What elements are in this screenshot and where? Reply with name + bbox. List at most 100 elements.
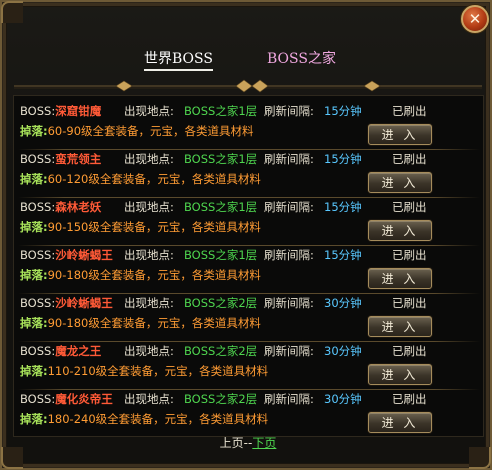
boss-label: BOSS:: [20, 344, 56, 358]
enter-button[interactable]: 进 入: [368, 364, 432, 385]
status-text: 已刷出: [392, 152, 427, 166]
drop-label: 掉落:: [20, 220, 48, 234]
boss-location: BOSS之家1层: [184, 248, 258, 262]
status-text: 已刷出: [392, 200, 427, 214]
boss-info-line: BOSS:蛮荒领主 出现地点: BOSS之家1层 刷新间隔: 15分钟 已刷出: [20, 151, 427, 167]
location-label: 出现地点:: [124, 344, 174, 358]
status-text: 已刷出: [392, 248, 427, 262]
ornament-divider: [14, 79, 482, 93]
enter-button[interactable]: 进 入: [368, 316, 432, 337]
drop-items: 60-90级全套装备，元宝，各类道具材料: [47, 124, 254, 138]
enter-button[interactable]: 进 入: [368, 268, 432, 289]
refresh-interval: 30分钟: [324, 392, 362, 406]
drop-items: 180-240级全套装备，元宝，各类道具材料: [47, 412, 269, 426]
drop-line: 掉落:90-180级全套装备，元宝，各类道具材料: [20, 315, 261, 331]
interval-label: 刷新间隔:: [264, 200, 314, 214]
drop-line: 掉落:60-90级全套装备，元宝，各类道具材料: [20, 123, 254, 139]
drop-line: 掉落:110-210级全套装备，元宝，各类道具材料: [20, 363, 268, 379]
drop-label: 掉落:: [20, 316, 48, 330]
row-separator: [18, 197, 480, 198]
tab-world-boss[interactable]: 世界BOSS: [144, 48, 213, 71]
drop-line: 掉落:180-240级全套装备，元宝，各类道具材料: [20, 411, 268, 427]
interval-label: 刷新间隔:: [264, 104, 314, 118]
boss-info-line: BOSS:魔化炎帝王 出现地点: BOSS之家2层 刷新间隔: 30分钟 已刷出: [20, 391, 427, 407]
enter-button[interactable]: 进 入: [368, 220, 432, 241]
drop-items: 90-150级全套装备，元宝，各类道具材料: [47, 220, 261, 234]
location-label: 出现地点:: [124, 392, 174, 406]
drop-items: 90-180级全套装备，元宝，各类道具材料: [47, 268, 261, 282]
interval-label: 刷新间隔:: [264, 248, 314, 262]
pagination: 上页--下页: [2, 434, 492, 451]
drop-items: 90-180级全套装备，元宝，各类道具材料: [47, 316, 261, 330]
row-separator: [18, 149, 480, 150]
refresh-interval: 30分钟: [324, 296, 362, 310]
enter-button[interactable]: 进 入: [368, 412, 432, 433]
status-text: 已刷出: [392, 392, 427, 406]
drop-items: 110-210级全套装备，元宝，各类道具材料: [47, 364, 269, 378]
drop-label: 掉落:: [20, 124, 48, 138]
boss-info-line: BOSS:森林老妖 出现地点: BOSS之家1层 刷新间隔: 15分钟 已刷出: [20, 199, 427, 215]
tab-bar: 世界BOSS BOSS之家: [2, 48, 492, 72]
boss-name: 魔化炎帝王: [55, 392, 113, 406]
refresh-interval: 15分钟: [324, 248, 362, 262]
boss-name: 森林老妖: [55, 200, 102, 214]
boss-label: BOSS:: [20, 392, 56, 406]
boss-window: ✕ 世界BOSS BOSS之家 BOSS:深窟钳魔 出现地点: BOSS之家1层 刷新…: [0, 0, 492, 470]
close-icon: ✕: [468, 10, 482, 28]
boss-name: 深窟钳魔: [55, 104, 102, 118]
enter-button[interactable]: 进 入: [368, 124, 432, 145]
boss-location: BOSS之家1层: [184, 152, 258, 166]
boss-location: BOSS之家1层: [184, 200, 258, 214]
boss-label: BOSS:: [20, 248, 56, 262]
row-separator: [18, 341, 480, 342]
row-separator: [18, 293, 480, 294]
boss-label: BOSS:: [20, 104, 56, 118]
boss-info-line: BOSS:沙岭蜥蝎王 出现地点: BOSS之家1层 刷新间隔: 15分钟 已刷出: [20, 247, 427, 263]
boss-info-line: BOSS:魔龙之王 出现地点: BOSS之家2层 刷新间隔: 30分钟 已刷出: [20, 343, 427, 359]
interval-label: 刷新间隔:: [264, 344, 314, 358]
boss-label: BOSS:: [20, 152, 56, 166]
location-label: 出现地点:: [124, 248, 174, 262]
boss-name: 沙岭蜥蝎王: [55, 296, 113, 310]
location-label: 出现地点:: [124, 152, 174, 166]
boss-location: BOSS之家2层: [184, 344, 258, 358]
tab-boss-home[interactable]: BOSS之家: [267, 48, 336, 68]
boss-name: 沙岭蜥蝎王: [55, 248, 113, 262]
boss-info-line: BOSS:沙岭蜥蝎王 出现地点: BOSS之家2层 刷新间隔: 30分钟 已刷出: [20, 295, 427, 311]
boss-location: BOSS之家2层: [184, 296, 258, 310]
status-text: 已刷出: [392, 296, 427, 310]
interval-label: 刷新间隔:: [264, 152, 314, 166]
drop-items: 60-120级全套装备，元宝，各类道具材料: [47, 172, 261, 186]
refresh-interval: 30分钟: [324, 344, 362, 358]
boss-name: 蛮荒领主: [55, 152, 102, 166]
drop-line: 掉落:60-120级全套装备，元宝，各类道具材料: [20, 171, 261, 187]
refresh-interval: 15分钟: [324, 152, 362, 166]
drop-label: 掉落:: [20, 364, 48, 378]
boss-info-line: BOSS:深窟钳魔 出现地点: BOSS之家1层 刷新间隔: 15分钟 已刷出: [20, 103, 427, 119]
drop-label: 掉落:: [20, 268, 48, 282]
row-separator: [18, 389, 480, 390]
drop-line: 掉落:90-180级全套装备，元宝，各类道具材料: [20, 267, 261, 283]
drop-label: 掉落:: [20, 172, 48, 186]
boss-location: BOSS之家2层: [184, 392, 258, 406]
boss-label: BOSS:: [20, 200, 56, 214]
row-separator: [18, 245, 480, 246]
boss-label: BOSS:: [20, 296, 56, 310]
enter-button[interactable]: 进 入: [368, 172, 432, 193]
interval-label: 刷新间隔:: [264, 392, 314, 406]
refresh-interval: 15分钟: [324, 104, 362, 118]
drop-label: 掉落:: [20, 412, 48, 426]
location-label: 出现地点:: [124, 104, 174, 118]
prev-page[interactable]: 上页: [220, 436, 244, 450]
status-text: 已刷出: [392, 344, 427, 358]
frame-corner: [1, 1, 23, 23]
location-label: 出现地点:: [124, 296, 174, 310]
boss-name: 魔龙之王: [55, 344, 102, 358]
status-text: 已刷出: [392, 104, 427, 118]
location-label: 出现地点:: [124, 200, 174, 214]
refresh-interval: 15分钟: [324, 200, 362, 214]
close-button[interactable]: ✕: [461, 5, 489, 33]
drop-line: 掉落:90-150级全套装备，元宝，各类道具材料: [20, 219, 261, 235]
next-page-link[interactable]: 下页: [252, 436, 276, 450]
interval-label: 刷新间隔:: [264, 296, 314, 310]
